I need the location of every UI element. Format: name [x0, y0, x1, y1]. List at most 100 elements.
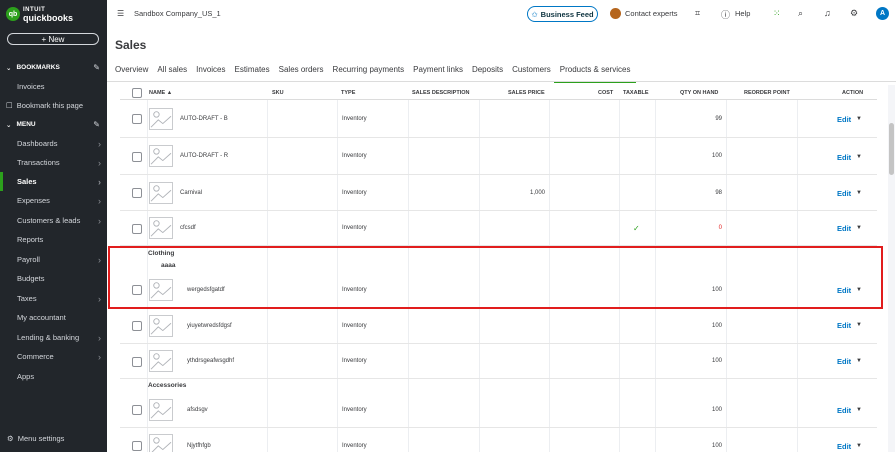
row-checkbox[interactable]	[132, 188, 142, 198]
sidebar-item-bookmark-page[interactable]: ☐ Bookmark this page	[0, 96, 107, 115]
item-type: Inventory	[342, 443, 367, 449]
sidebar-item-apps[interactable]: Apps	[0, 367, 107, 386]
edit-pencil-icon[interactable]: ✎	[93, 63, 100, 72]
item-name[interactable]: Carnival	[180, 175, 202, 210]
sidebar-item-payroll[interactable]: Payroll ›	[0, 250, 107, 269]
table-row[interactable]: Carnival Inventory 1,000 98 Edit ▼	[120, 175, 877, 211]
edit-button[interactable]: Edit	[837, 406, 851, 415]
item-name[interactable]: ythdrsgeafwsgdhf	[187, 344, 234, 378]
sidebar-item-reports[interactable]: Reports	[0, 230, 107, 249]
apps-grid-icon[interactable]: ⁙	[773, 8, 781, 19]
edit-button[interactable]: Edit	[837, 189, 851, 198]
business-feed-button[interactable]: ✩ Business Feed	[527, 6, 598, 22]
sidebar-item-expenses[interactable]: Expenses ›	[0, 191, 107, 210]
table-row[interactable]: yiuyetwredsfdgsf Inventory 100 Edit ▼	[120, 308, 877, 344]
help-icon[interactable]: ⓘ	[721, 8, 730, 21]
tab-recurring-payments[interactable]: Recurring payments	[333, 65, 405, 80]
tab-products-services[interactable]: Products & services	[553, 65, 637, 83]
edit-button[interactable]: Edit	[837, 115, 851, 124]
col-reorder-point[interactable]: REORDER POINT	[744, 86, 790, 100]
item-qty: 100	[711, 358, 722, 364]
col-sales-description[interactable]: SALES DESCRIPTION	[412, 86, 469, 100]
tab-overview[interactable]: Overview	[115, 65, 148, 80]
caret-down-icon[interactable]: ▼	[856, 358, 862, 364]
row-checkbox[interactable]	[132, 224, 142, 234]
top-bar: ☰ Sandbox Company_US_1 ✩ Business Feed C…	[107, 0, 896, 28]
caret-down-icon[interactable]: ▼	[856, 407, 862, 413]
caret-down-icon[interactable]: ▼	[856, 190, 862, 196]
edit-button[interactable]: Edit	[837, 224, 851, 233]
sidebar-item-transactions[interactable]: Transactions ›	[0, 153, 107, 172]
bookmarks-header[interactable]: ⌄ BOOKMARKS ✎	[0, 58, 107, 77]
tab-deposits[interactable]: Deposits	[472, 65, 503, 80]
select-all-checkbox[interactable]	[132, 88, 142, 98]
tab-sales-orders[interactable]: Sales orders	[279, 65, 324, 80]
sidebar-item-my-accountant[interactable]: My accountant	[0, 308, 107, 327]
tab-payment-links[interactable]: Payment links	[413, 65, 463, 80]
row-checkbox[interactable]	[132, 405, 142, 415]
caret-down-icon[interactable]: ▼	[856, 443, 862, 449]
sidebar-item-dashboards[interactable]: Dashboards ›	[0, 134, 107, 153]
caret-down-icon[interactable]: ▼	[856, 225, 862, 231]
col-qty-on-hand[interactable]: QTY ON HAND	[680, 86, 718, 100]
image-placeholder-icon	[149, 217, 173, 239]
help-label[interactable]: Help	[735, 9, 750, 18]
col-type[interactable]: TYPE	[341, 86, 355, 100]
table-row[interactable]: ythdrsgeafwsgdhf Inventory 100 Edit ▼	[120, 344, 877, 379]
feedback-icon[interactable]: ⌗	[695, 8, 700, 19]
taxable-check-icon: ✓	[633, 223, 640, 233]
notification-bell-icon[interactable]: ♫	[824, 8, 831, 18]
row-checkbox[interactable]	[132, 321, 142, 331]
col-name[interactable]: NAME ▲	[149, 86, 172, 100]
col-cost[interactable]: COST	[598, 86, 613, 100]
caret-down-icon[interactable]: ▼	[856, 322, 862, 328]
item-name[interactable]: Njytfhfgb	[187, 434, 211, 452]
row-checkbox[interactable]	[132, 357, 142, 367]
table-row[interactable]: AUTO-DRAFT - R Inventory 100 Edit ▼	[120, 138, 877, 175]
menu-settings[interactable]: ⚙ Menu settings	[7, 434, 64, 443]
tab-invoices[interactable]: Invoices	[196, 65, 225, 80]
item-name[interactable]: cfcsdf	[180, 211, 196, 245]
row-checkbox[interactable]	[132, 441, 142, 451]
menu-header[interactable]: ⌄ MENU ✎	[0, 115, 107, 134]
user-avatar[interactable]: A	[876, 7, 889, 20]
col-sales-price[interactable]: SALES PRICE	[508, 86, 545, 100]
search-icon[interactable]: ⌕	[798, 8, 803, 19]
tab-all-sales[interactable]: All sales	[157, 65, 187, 80]
caret-down-icon[interactable]: ▼	[856, 116, 862, 122]
hamburger-menu-icon[interactable]: ☰	[117, 9, 124, 18]
row-checkbox[interactable]	[132, 114, 142, 124]
edit-button[interactable]: Edit	[837, 321, 851, 330]
tab-estimates[interactable]: Estimates	[235, 65, 270, 80]
category-accessories[interactable]: Accessories	[148, 382, 186, 389]
caret-down-icon[interactable]: ▼	[856, 154, 862, 160]
scrollbar-thumb[interactable]	[889, 123, 894, 175]
table-row[interactable]: cfcsdf Inventory ✓ 0 Edit ▼	[120, 211, 877, 246]
quickbooks-logo[interactable]: qb INTUIT quickbooks	[6, 6, 73, 23]
edit-pencil-icon[interactable]: ✎	[93, 120, 100, 129]
tab-customers[interactable]: Customers	[512, 65, 551, 80]
edit-button[interactable]: Edit	[837, 153, 851, 162]
item-name[interactable]: AUTO-DRAFT - R	[180, 138, 228, 174]
col-taxable[interactable]: TAXABLE	[623, 86, 649, 100]
settings-gear-icon[interactable]: ⚙	[850, 8, 858, 19]
table-row[interactable]: Njytfhfgb Inventory 100 Edit ▼	[120, 428, 877, 452]
row-checkbox[interactable]	[132, 152, 142, 162]
sidebar-item-commerce[interactable]: Commerce ›	[0, 347, 107, 366]
item-name[interactable]: AUTO-DRAFT - B	[180, 100, 228, 137]
table-row[interactable]: afsdsgv Inventory 100 Edit ▼	[120, 392, 877, 428]
col-sku[interactable]: SKU	[272, 86, 284, 100]
table-row[interactable]: AUTO-DRAFT - B Inventory 99 Edit ▼	[120, 100, 877, 138]
sidebar-item-invoices[interactable]: Invoices	[0, 77, 107, 96]
edit-button[interactable]: Edit	[837, 357, 851, 366]
edit-button[interactable]: Edit	[837, 442, 851, 451]
sidebar-item-sales[interactable]: Sales ›	[0, 172, 107, 191]
sidebar-item-budgets[interactable]: Budgets	[0, 269, 107, 288]
new-button[interactable]: + New	[7, 33, 99, 45]
sidebar-item-lending-banking[interactable]: Lending & banking ›	[0, 328, 107, 347]
item-name[interactable]: afsdsgv	[187, 392, 208, 427]
item-name[interactable]: yiuyetwredsfdgsf	[187, 308, 232, 343]
contact-experts-link[interactable]: Contact experts	[610, 8, 678, 19]
sidebar-item-customers-leads[interactable]: Customers & leads ›	[0, 211, 107, 230]
sidebar-item-taxes[interactable]: Taxes ›	[0, 289, 107, 308]
